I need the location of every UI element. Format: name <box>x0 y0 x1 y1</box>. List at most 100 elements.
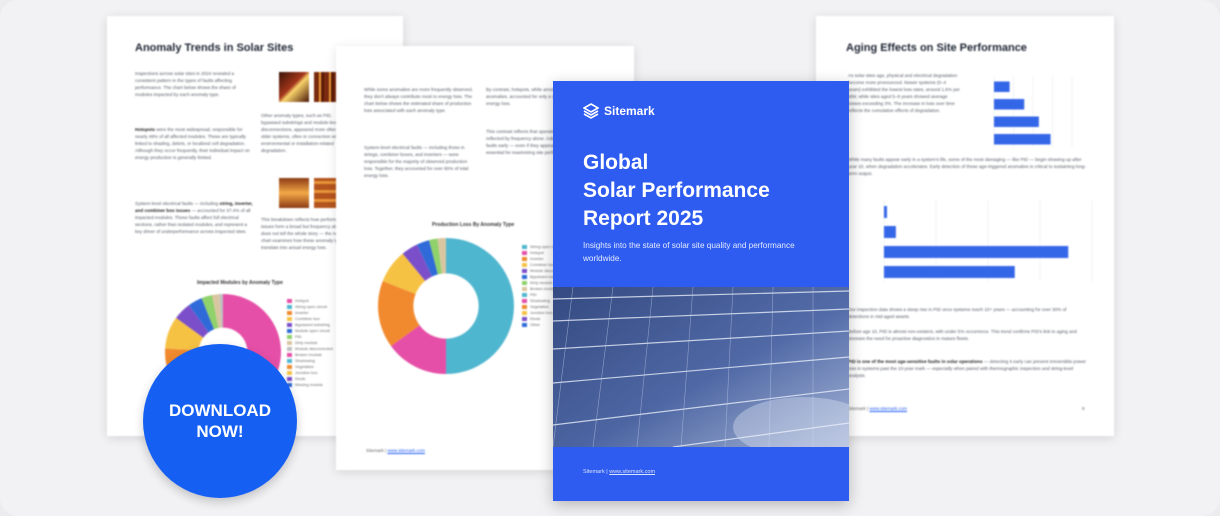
legend-label: Shadowing <box>295 358 315 363</box>
middle-col1-para-2: System-level electrical faults — includi… <box>364 145 469 178</box>
download-label-line-2: NOW! <box>196 422 244 441</box>
bar <box>884 206 887 218</box>
legend-swatch <box>522 250 527 255</box>
left-para-2: Hotspots were the most widespread, respo… <box>135 126 253 161</box>
legend-label: Broken module <box>295 352 322 357</box>
legend-label: Shadowing <box>530 298 550 303</box>
right-footer-brand: Sitemark | <box>848 406 869 411</box>
legend-label: Hotspot <box>530 250 544 255</box>
right-footer-link[interactable]: www.sitemark.com <box>869 406 907 411</box>
legend-swatch <box>287 334 292 339</box>
cover-title: Global Solar Performance Report 2025 <box>583 149 833 233</box>
legend-label: Inverter <box>295 310 309 315</box>
legend-swatch <box>522 298 527 303</box>
legend-label: Missing module <box>295 382 323 387</box>
right-page-heading: Aging Effects on Site Performance <box>846 42 1027 54</box>
legend-label: Diode <box>530 316 541 321</box>
solar-panels-photo <box>553 287 849 447</box>
legend-swatch <box>287 358 292 363</box>
left-para-3-lead: System-level electrical faults — includi… <box>135 201 219 206</box>
legend-swatch <box>287 370 292 375</box>
bar <box>994 81 1010 92</box>
right-para-1: As solar sites age, physical and electri… <box>848 73 960 113</box>
legend-swatch <box>287 364 292 369</box>
sitemark-logo-icon <box>583 103 599 119</box>
right-para-4: Before age 10, PID is almost non-existen… <box>848 329 1077 341</box>
cover-title-line-2: Solar Performance <box>583 179 770 202</box>
legend-swatch <box>287 298 292 303</box>
legend-label: Vegetation <box>530 304 549 309</box>
left-para-2-bold: Hotspots <box>135 127 155 132</box>
promo-banner: Anomaly Trends in Solar Sites Inspection… <box>0 0 1220 516</box>
cover-footer-link[interactable]: www.sitemark.com <box>609 469 655 475</box>
left-page-heading: Anomaly Trends in Solar Sites <box>135 42 294 54</box>
legend-swatch <box>522 280 527 285</box>
legend-label: Bypassed substring <box>295 322 330 327</box>
cover-brand-name: Sitemark <box>604 104 655 118</box>
download-label-line-1: DOWNLOAD <box>169 401 271 420</box>
impacted-modules-legend: Hotspot String open circuit Inverter Combin… <box>287 298 333 388</box>
bar <box>884 266 1015 278</box>
legend-item: Missing module <box>287 382 333 388</box>
bar <box>994 134 1051 145</box>
legend-swatch <box>522 262 527 267</box>
right-report-page: Aging Effects on Site Performance As sol… <box>816 16 1114 436</box>
legend-label: Combiner box <box>530 262 555 267</box>
thermal-image-3 <box>279 178 309 208</box>
donut-hole <box>413 273 479 339</box>
cover-title-line-1: Global <box>583 151 649 174</box>
pid-detection-bar-chart <box>883 200 1093 282</box>
left-para-3: System-level electrical faults — includi… <box>135 200 253 235</box>
legend-swatch <box>522 268 527 273</box>
legend-swatch <box>522 304 527 309</box>
download-now-button[interactable]: DOWNLOAD NOW! <box>143 344 297 498</box>
legend-swatch <box>287 376 292 381</box>
legend-label: Diode <box>295 376 306 381</box>
legend-swatch <box>522 316 527 321</box>
cover-footer: Sitemark | www.sitemark.com <box>583 469 655 475</box>
cover-brand: Sitemark <box>583 103 655 119</box>
bar <box>994 116 1039 127</box>
legend-swatch <box>287 352 292 357</box>
left-chart-title: Impacted Modules by Anomaly Type <box>197 280 283 286</box>
legend-swatch <box>287 316 292 321</box>
middle-chart-title: Production Loss By Anomaly Type <box>432 222 515 228</box>
bar <box>884 226 896 238</box>
legend-swatch <box>522 256 527 261</box>
middle-footer-brand: Sitemark | <box>366 448 387 453</box>
middle-page-footer: Sitemark | www.sitemark.com <box>366 448 425 453</box>
cover-footer-brand: Sitemark | <box>583 469 608 475</box>
legend-swatch <box>522 274 527 279</box>
legend-swatch <box>287 304 292 309</box>
aging-loss-bar-chart <box>993 76 1073 148</box>
legend-swatch <box>522 244 527 249</box>
legend-label: Other <box>530 322 541 327</box>
report-cover[interactable]: Sitemark Global Solar Performance Report… <box>553 81 849 501</box>
legend-swatch <box>287 340 292 345</box>
legend-label: Junction box <box>295 370 318 375</box>
bar <box>884 246 1069 258</box>
right-para-3: Our inspection data shows a steep rise i… <box>848 307 1067 319</box>
legend-label: Hotspot <box>295 298 309 303</box>
thermal-image-1 <box>279 72 309 102</box>
cover-subtitle: Insights into the state of solar site qu… <box>583 241 795 263</box>
legend-label: Vegetation <box>295 364 314 369</box>
legend-label: Module disconnected <box>295 346 333 351</box>
legend-label: Module open circuit <box>295 328 330 333</box>
legend-swatch <box>287 322 292 327</box>
right-para-2: While many faults appear early in a syst… <box>848 157 1086 176</box>
legend-label: PID <box>530 292 537 297</box>
middle-col1-para-1: While some anomalies are more frequently… <box>364 87 473 113</box>
legend-label: String open circuit <box>295 304 328 309</box>
legend-swatch <box>522 310 527 315</box>
legend-label: Dirty module <box>530 280 553 285</box>
middle-footer-link[interactable]: www.sitemark.com <box>387 448 425 453</box>
cover-title-line-3: Report 2025 <box>583 207 704 230</box>
right-para-5-bold: PID is one of the most age-sensitive fau… <box>848 359 983 364</box>
legend-swatch <box>522 322 527 327</box>
legend-label: PID <box>295 334 302 339</box>
right-page-footer: Sitemark | www.sitemark.com <box>848 406 907 411</box>
legend-swatch <box>287 346 292 351</box>
legend-swatch <box>522 292 527 297</box>
legend-label: Junction box <box>530 310 553 315</box>
